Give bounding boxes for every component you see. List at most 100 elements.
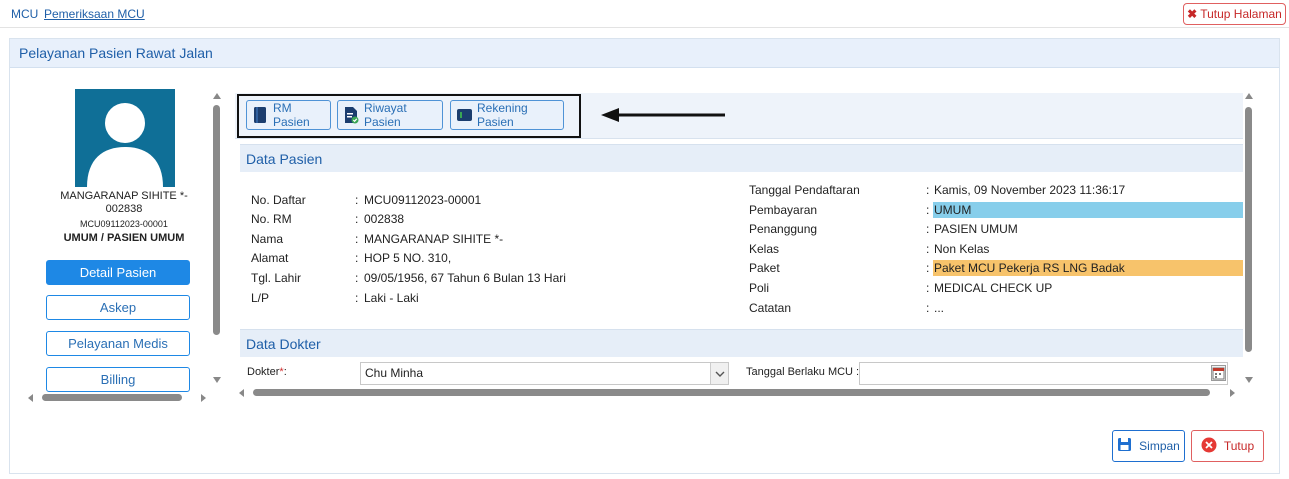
rekening-pasien-label: Rekening Pasien xyxy=(477,101,528,129)
field-value: Kamis, 09 November 2023 11:36:17 xyxy=(934,183,1126,197)
scroll-thumb[interactable] xyxy=(253,389,1210,396)
calendar-icon[interactable] xyxy=(1211,365,1226,381)
top-bar: MCU Pemeriksaan MCU ✖ Tutup Halaman xyxy=(0,0,1289,28)
scroll-left-icon[interactable] xyxy=(28,394,33,402)
field-value: Non Kelas xyxy=(934,242,990,256)
content-horizontal-scrollbar[interactable] xyxy=(239,388,1235,398)
breadcrumb-root[interactable]: MCU xyxy=(11,7,38,21)
field-label: L/P xyxy=(251,291,270,305)
field-value: Paket MCU Pekerja RS LNG Badak xyxy=(933,260,1243,276)
chevron-down-icon[interactable] xyxy=(710,363,728,384)
scroll-up-icon[interactable] xyxy=(213,93,221,99)
field-separator: : xyxy=(355,212,359,226)
field-tgl-lahir: Tgl. Lahir : 09/05/1956, 67 Tahun 6 Bula… xyxy=(251,270,731,286)
field-separator: : xyxy=(926,242,930,256)
rm-pasien-button[interactable]: RM Pasien xyxy=(246,100,331,130)
field-value: MCU09112023-00001 xyxy=(364,193,482,207)
rm-pasien-label: RM Pasien xyxy=(273,101,310,129)
field-catatan: Catatan : ... xyxy=(749,300,1243,316)
save-label: Simpan xyxy=(1139,439,1180,453)
field-label: No. Daftar xyxy=(251,193,306,207)
field-separator: : xyxy=(926,281,930,295)
field-separator: : xyxy=(355,193,359,207)
left-vertical-scrollbar[interactable] xyxy=(211,93,223,383)
close-label: Tutup xyxy=(1223,439,1255,453)
field-nama: Nama : MANGARANAP SIHITE *- xyxy=(251,231,731,247)
field-value: HOP 5 NO. 310, xyxy=(364,251,452,265)
x-icon: ✖ xyxy=(1187,7,1198,21)
scroll-up-icon[interactable] xyxy=(1245,93,1253,99)
askep-button[interactable]: Askep xyxy=(46,295,190,320)
billing-button[interactable]: Billing xyxy=(46,367,190,392)
field-value: Laki - Laki xyxy=(364,291,419,305)
save-button[interactable]: Simpan xyxy=(1112,430,1185,462)
scroll-right-icon[interactable] xyxy=(201,394,206,402)
field-label: Pembayaran xyxy=(749,203,818,217)
field-separator: : xyxy=(355,291,359,305)
breadcrumb-current[interactable]: Pemeriksaan MCU xyxy=(44,7,145,21)
close-circle-icon xyxy=(1201,437,1217,456)
folder-icon xyxy=(252,106,268,124)
field-label: Penanggung xyxy=(749,222,818,236)
patient-registration-code: MCU09112023-00001 xyxy=(80,219,168,229)
field-separator: : xyxy=(926,301,930,315)
tanggal-berlaku-label: Tanggal Berlaku MCU : xyxy=(746,366,860,378)
scroll-left-icon[interactable] xyxy=(239,389,244,397)
patient-name: MANGARANAP SIHITE *- 002838 xyxy=(16,190,206,216)
field-separator: : xyxy=(355,271,359,285)
save-icon xyxy=(1117,437,1132,455)
field-label: Nama xyxy=(251,232,284,246)
data-pasien-header: Data Pasien xyxy=(240,144,1243,172)
scroll-thumb[interactable] xyxy=(42,394,182,401)
field-alamat: Alamat : HOP 5 NO. 310, xyxy=(251,250,731,266)
field-separator: : xyxy=(926,183,930,197)
dokter-label-text: Dokter xyxy=(247,366,280,378)
scroll-down-icon[interactable] xyxy=(213,377,221,383)
detail-pasien-button[interactable]: Detail Pasien xyxy=(46,260,190,285)
field-paket: Paket : Paket MCU Pekerja RS LNG Badak xyxy=(749,260,1243,276)
field-poli: Poli : MEDICAL CHECK UP xyxy=(749,280,1243,296)
patient-name-line2: 002838 xyxy=(105,203,143,215)
tanggal-berlaku-input[interactable] xyxy=(859,362,1228,385)
field-no-rm: No. RM : 002838 xyxy=(251,211,731,227)
field-no-daftar: No. Daftar : MCU09112023-00001 xyxy=(251,192,731,208)
wallet-icon xyxy=(456,106,472,124)
close-page-button[interactable]: ✖ Tutup Halaman xyxy=(1183,3,1286,25)
riwayat-pasien-button[interactable]: Riwayat Pasien xyxy=(337,100,443,130)
field-penanggung: Penanggung : PASIEN UMUM xyxy=(749,221,1243,237)
field-value: 002838 xyxy=(364,212,405,226)
field-value: MANGARANAP SIHITE *- xyxy=(364,232,504,246)
field-jenis-kelamin: L/P : Laki - Laki xyxy=(251,290,731,306)
field-value: UMUM xyxy=(933,202,1243,218)
patient-name-line1: MANGARANAP SIHITE *- xyxy=(60,190,188,202)
field-label: Tgl. Lahir xyxy=(251,271,302,285)
close-button[interactable]: Tutup xyxy=(1191,430,1264,462)
left-horizontal-scrollbar[interactable] xyxy=(28,393,206,403)
field-separator: : xyxy=(926,222,930,236)
panel-title: Pelayanan Pasien Rawat Jalan xyxy=(10,39,1279,68)
riwayat-pasien-label: Riwayat Pasien xyxy=(364,101,407,129)
field-tanggal-pendaftaran: Tanggal Pendaftaran : Kamis, 09 November… xyxy=(749,182,1243,198)
patient-toolbar: RM Pasien Riwayat Pasien Rekening Pasien xyxy=(235,93,1243,139)
field-pembayaran: Pembayaran : UMUM xyxy=(749,202,1243,218)
field-value: 09/05/1956, 67 Tahun 6 Bulan 13 Hari xyxy=(364,271,566,285)
dokter-select-value: Chu Minha xyxy=(365,366,424,380)
scroll-right-icon[interactable] xyxy=(1230,389,1235,397)
field-value: PASIEN UMUM xyxy=(934,222,1018,236)
rekening-pasien-button[interactable]: Rekening Pasien xyxy=(450,100,564,130)
content-vertical-scrollbar[interactable] xyxy=(1243,93,1255,383)
scroll-thumb[interactable] xyxy=(1245,107,1252,352)
pelayanan-medis-button[interactable]: Pelayanan Medis xyxy=(46,331,190,356)
data-dokter-header: Data Dokter xyxy=(240,329,1243,357)
patient-type: UMUM / PASIEN UMUM xyxy=(63,232,185,244)
scroll-down-icon[interactable] xyxy=(1245,377,1253,383)
document-check-icon xyxy=(343,106,359,124)
field-separator: : xyxy=(926,203,930,217)
content-area: RM Pasien Riwayat Pasien Rekening Pasien… xyxy=(235,93,1243,387)
dokter-label: Dokter*: xyxy=(247,366,287,378)
dokter-select[interactable]: Chu Minha xyxy=(360,362,729,385)
patient-sidebar: MANGARANAP SIHITE *- 002838 MCU09112023-… xyxy=(16,88,206,406)
field-label: Tanggal Pendaftaran xyxy=(749,183,860,197)
scroll-thumb[interactable] xyxy=(213,105,220,335)
field-kelas: Kelas : Non Kelas xyxy=(749,241,1243,257)
